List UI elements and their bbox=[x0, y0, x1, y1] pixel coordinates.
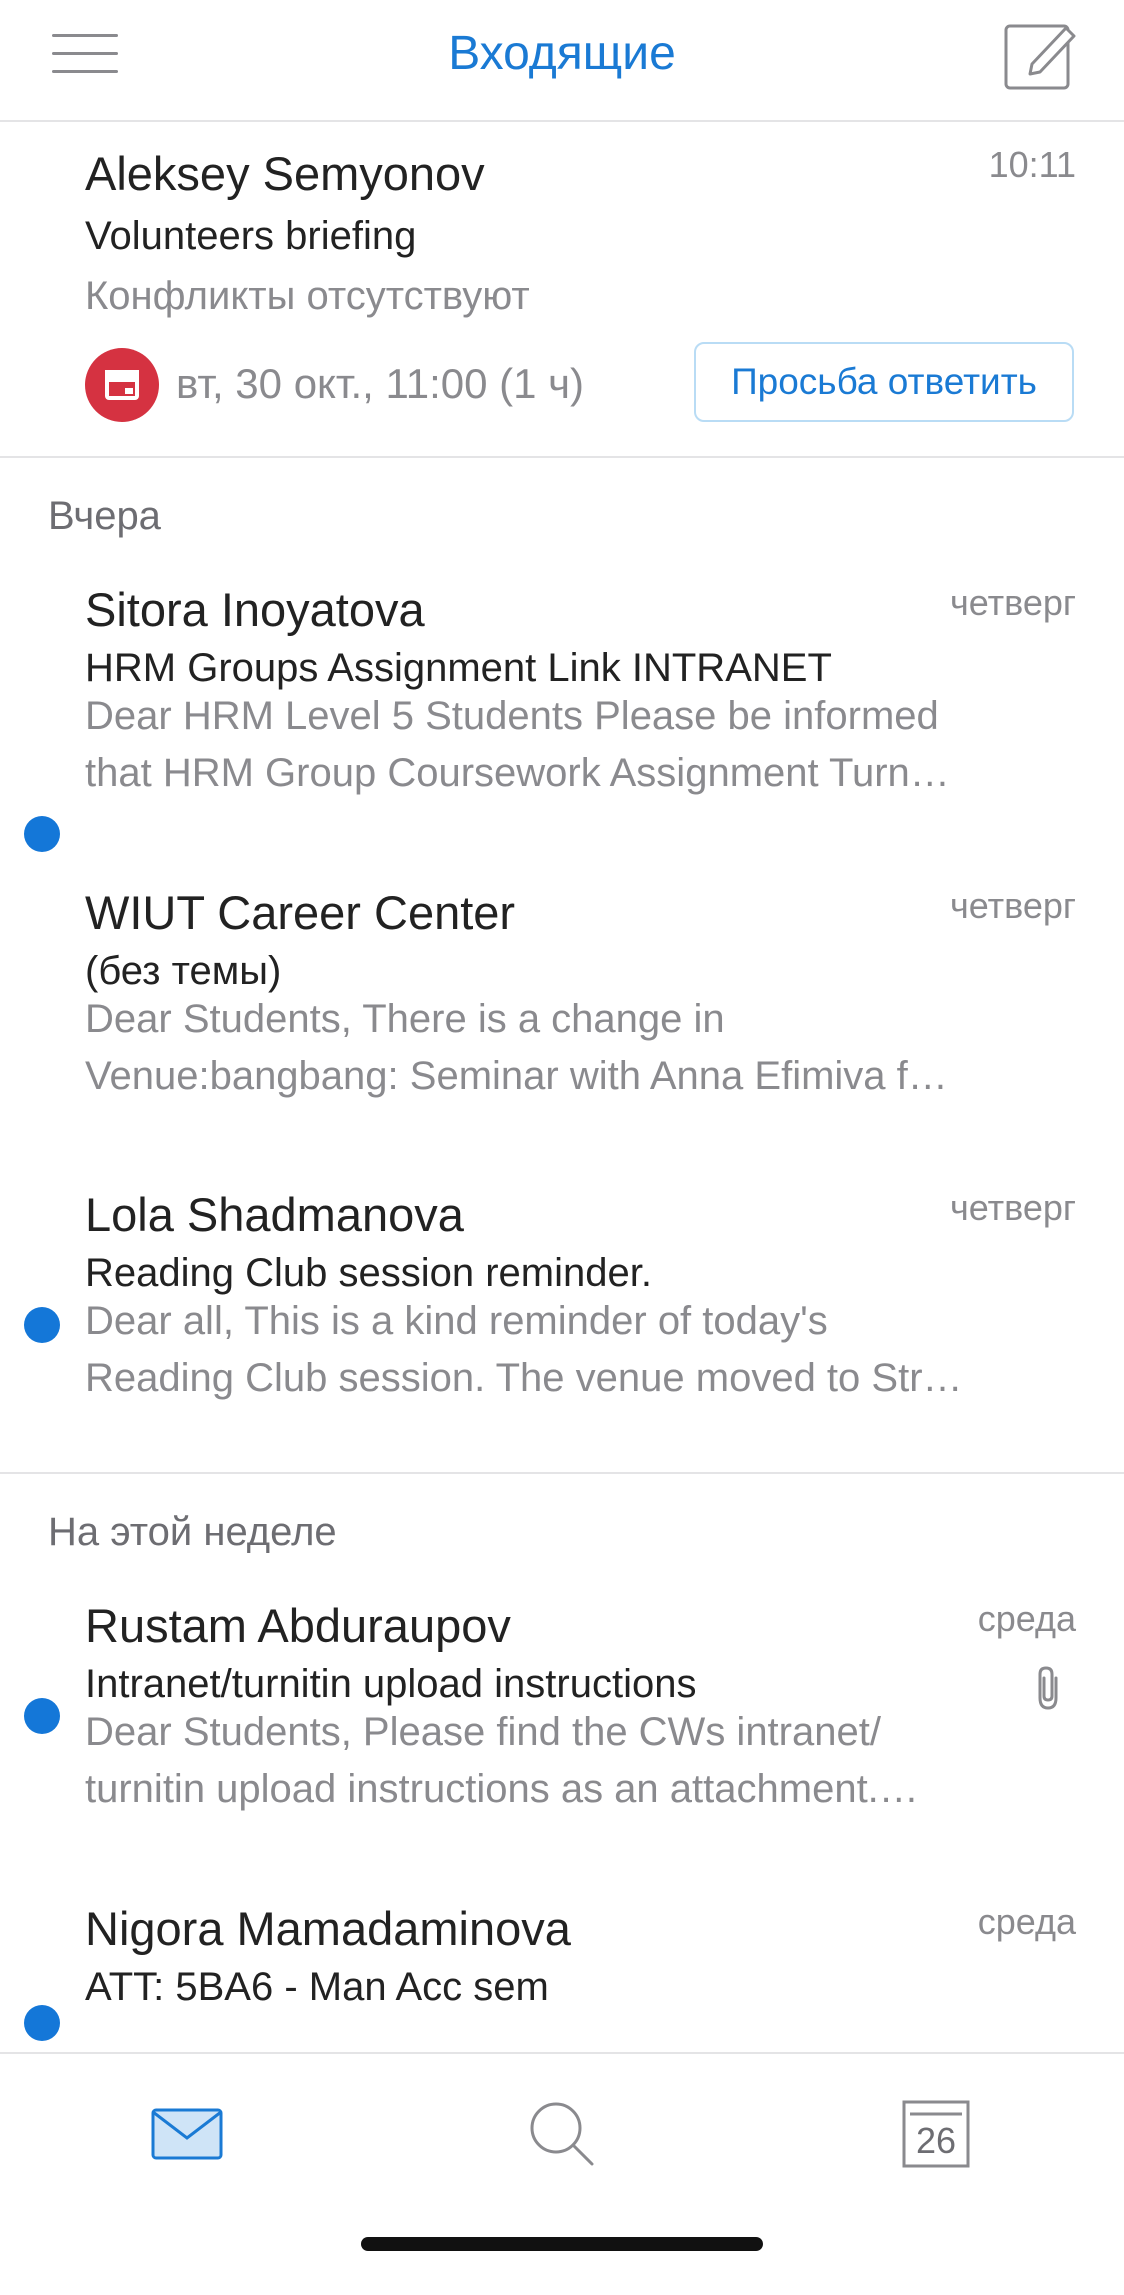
top-bar: Входящие bbox=[0, 0, 1124, 122]
sender-name: Nigora Mamadaminova bbox=[85, 1902, 571, 1955]
list-item[interactable]: Lola Shadmanova четверг Reading Club ses… bbox=[0, 1187, 1124, 1487]
message-time: 10:11 bbox=[988, 144, 1076, 185]
message-subject: Volunteers briefing bbox=[85, 214, 417, 258]
message-item-meeting[interactable]: Aleksey Semyonov 10:11 Volunteers briefi… bbox=[0, 122, 1124, 456]
divider bbox=[0, 1472, 1124, 1474]
sender-name: Rustam Abduraupov bbox=[85, 1599, 511, 1652]
event-time: вт, 30 окт., 11:00 (1 ч) bbox=[176, 360, 585, 407]
message-subject: Intranet/turnitin upload instructions bbox=[85, 1662, 697, 1706]
home-indicator bbox=[361, 2237, 763, 2251]
unread-indicator bbox=[24, 1698, 60, 1734]
bottom-tab-bar: 26 bbox=[0, 2052, 1124, 2295]
message-list: Aleksey Semyonov 10:11 Volunteers briefi… bbox=[0, 122, 1124, 2041]
calendar-icon bbox=[105, 370, 139, 400]
sender-name: Sitora Inoyatova bbox=[85, 583, 425, 636]
message-subject: (без темы) bbox=[85, 949, 282, 993]
search-icon[interactable] bbox=[522, 2094, 602, 2174]
calendar-day: 26 bbox=[915, 2120, 957, 2161]
sender-name: WIUT Career Center bbox=[85, 886, 516, 939]
message-preview: Dear Students, Please find the CWs intra… bbox=[85, 1710, 919, 1811]
calendar-event-badge bbox=[85, 348, 159, 422]
unread-indicator bbox=[24, 1307, 60, 1343]
sender-name: Lola Shadmanova bbox=[85, 1188, 464, 1241]
sender-name: Aleksey Semyonov bbox=[85, 147, 485, 200]
list-item[interactable]: Rustam Abduraupov среда Intranet/turniti… bbox=[0, 1598, 1124, 1898]
section-header-this-week: На этой неделе bbox=[48, 1510, 337, 1554]
unread-indicator bbox=[24, 2005, 60, 2041]
message-preview: Dear HRM Level 5 Students Please be info… bbox=[85, 694, 950, 795]
page-title: Входящие bbox=[448, 27, 676, 80]
message-date: четверг bbox=[950, 1187, 1076, 1228]
message-date: четверг bbox=[950, 885, 1076, 926]
message-date: среда bbox=[977, 1598, 1076, 1639]
message-date: четверг bbox=[950, 582, 1076, 623]
conflict-status: Конфликты отсутствуют bbox=[85, 274, 530, 318]
compose-icon[interactable] bbox=[1002, 18, 1076, 92]
section-header-yesterday: Вчера bbox=[48, 494, 161, 538]
message-subject: Reading Club session reminder. bbox=[85, 1251, 652, 1295]
message-date: среда bbox=[977, 1901, 1076, 1942]
divider bbox=[0, 456, 1124, 458]
list-item[interactable]: WIUT Career Center четверг (без темы) De… bbox=[0, 885, 1124, 1185]
message-preview: Dear all, This is a kind reminder of tod… bbox=[85, 1299, 963, 1400]
message-subject: HRM Groups Assignment Link INTRANET bbox=[85, 646, 832, 690]
rsvp-button[interactable]: Просьба ответить bbox=[694, 342, 1074, 422]
calendar-tab[interactable]: 26 bbox=[896, 2094, 976, 2174]
list-item[interactable]: Sitora Inoyatova четверг HRM Groups Assi… bbox=[0, 582, 1124, 882]
unread-indicator bbox=[24, 816, 60, 852]
message-preview: Dear Students, There is a change in Venu… bbox=[85, 997, 948, 1098]
mail-icon[interactable] bbox=[147, 2094, 227, 2174]
message-subject: ATT: 5BA6 - Man Acc sem bbox=[85, 1965, 549, 2009]
list-item[interactable]: Nigora Mamadaminova среда ATT: 5BA6 - Ma… bbox=[0, 1901, 1124, 2061]
